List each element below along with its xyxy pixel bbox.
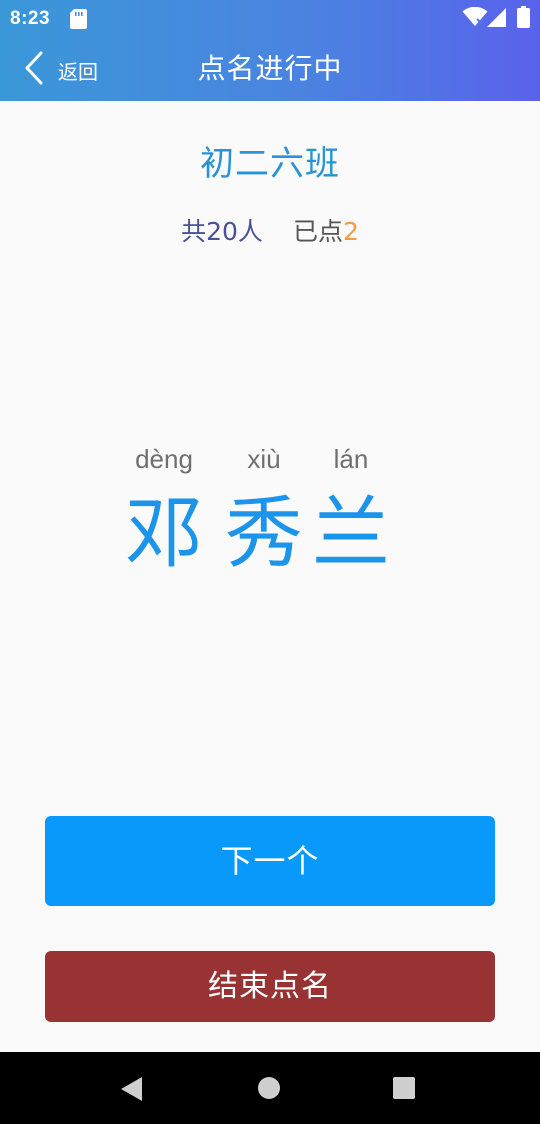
nav-back-icon[interactable] xyxy=(120,1076,144,1102)
pinyin-char: xiù xyxy=(247,444,281,474)
total-count: 共20人 xyxy=(181,217,263,246)
app-screen: 8:23 返回 点名进行中 初二六班 共20人 已点2 dèng xiù lán… xyxy=(0,0,540,1124)
roll-call-counts: 共20人 已点2 xyxy=(0,214,540,250)
system-nav-bar xyxy=(0,1052,540,1124)
student-pinyin: dèng xiù lán xyxy=(0,444,540,484)
status-time: 8:23 xyxy=(10,8,51,29)
page-title: 点名进行中 xyxy=(197,52,343,85)
class-name: 初二六班 xyxy=(200,144,340,184)
next-button[interactable]: 下一个 xyxy=(45,816,495,906)
pinyin-char: dèng xyxy=(135,444,193,474)
signal-icon xyxy=(487,8,506,27)
sd-card-icon xyxy=(70,9,87,29)
name-char: 邓 xyxy=(124,489,204,579)
name-char: 兰 xyxy=(311,489,391,579)
pinyin-char: lán xyxy=(333,444,369,474)
battery-icon xyxy=(517,6,530,28)
end-roll-call-button[interactable]: 结束点名 xyxy=(45,951,495,1022)
nav-home-icon[interactable] xyxy=(258,1077,280,1099)
student-name: 邓 秀 兰 xyxy=(0,484,540,584)
header-bar: 8:23 返回 点名进行中 xyxy=(0,0,540,101)
called-label: 已点 xyxy=(292,217,343,246)
nav-recents-icon[interactable] xyxy=(393,1077,415,1099)
called-count: 2 xyxy=(342,217,359,246)
name-char: 秀 xyxy=(224,489,304,579)
wifi-icon xyxy=(462,7,488,26)
